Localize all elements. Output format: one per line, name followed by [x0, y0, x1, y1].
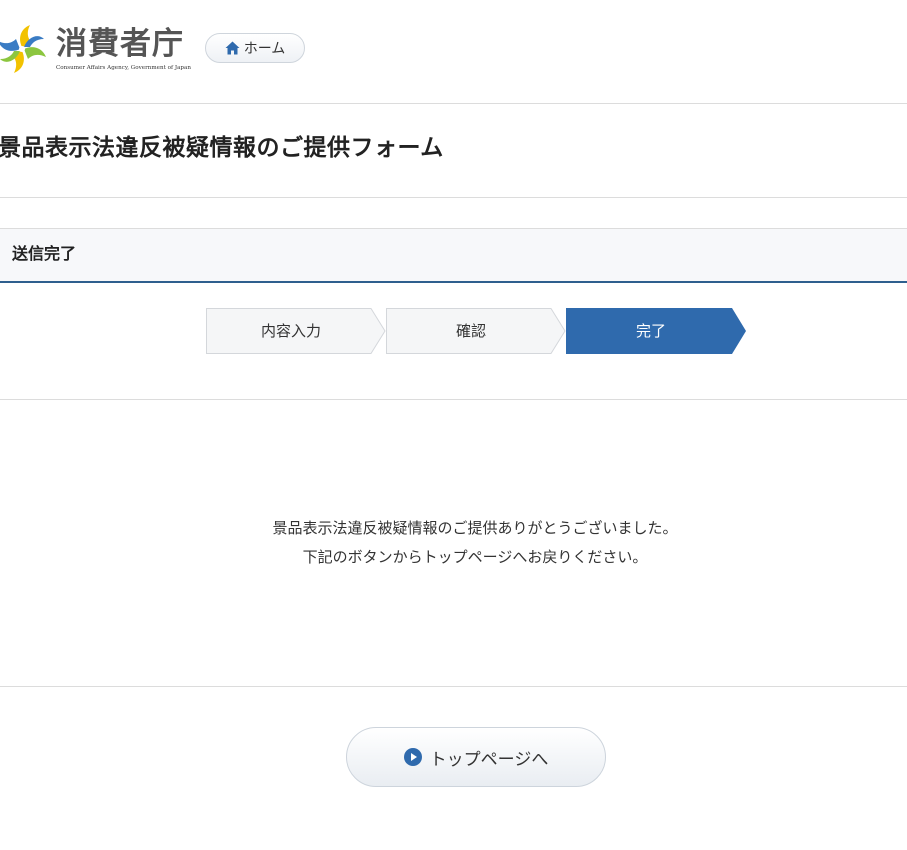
home-button-label: ホーム [243, 41, 286, 57]
steps-divider [0, 399, 907, 400]
home-icon [225, 41, 240, 55]
step-confirm: 確認 [386, 308, 566, 354]
agency-logo[interactable]: 消費者庁 Consumer Affairs Agency, Government… [0, 22, 200, 76]
step-label: 完了 [635, 322, 666, 340]
top-page-button-label: トップページへ [429, 749, 549, 770]
page-title: 景品表示法違反被疑情報のご提供フォーム [0, 135, 444, 161]
message-divider [0, 686, 907, 687]
progress-steps: 内容入力 確認 完了 [206, 308, 746, 354]
step-label: 確認 [455, 322, 486, 340]
instruction-message: 下記のボタンからトップページへお戻りください。 [302, 548, 648, 566]
step-complete: 完了 [566, 308, 746, 354]
play-circle-icon [403, 748, 422, 766]
title-divider [0, 197, 907, 198]
top-page-button[interactable]: トップページへ [346, 727, 606, 787]
logo-title: 消費者庁 [56, 26, 184, 62]
section-header: 送信完了 [0, 228, 907, 283]
agency-emblem-icon [0, 25, 46, 73]
logo-subtitle: Consumer Affairs Agency, Government of J… [56, 65, 191, 71]
step-label: 内容入力 [260, 322, 321, 340]
site-header: 消費者庁 Consumer Affairs Agency, Government… [0, 0, 907, 104]
section-title: 送信完了 [12, 244, 77, 263]
home-button[interactable]: ホーム [205, 33, 305, 63]
thank-you-message: 景品表示法違反被疑情報のご提供ありがとうございました。 [272, 519, 678, 537]
step-input: 内容入力 [206, 308, 386, 354]
